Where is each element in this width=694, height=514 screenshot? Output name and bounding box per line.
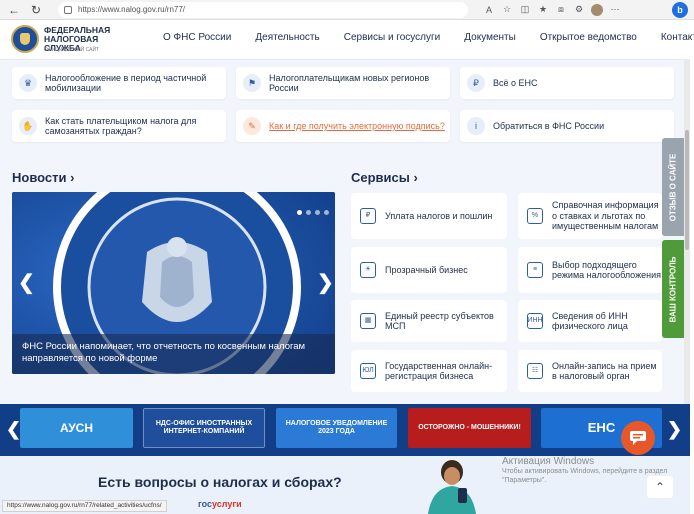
banner-next-icon[interactable]: ❯ bbox=[667, 419, 682, 440]
bing-icon[interactable]: b bbox=[672, 2, 688, 18]
chevron-right-icon: › bbox=[413, 170, 418, 185]
more-icon[interactable]: ⋯ bbox=[608, 3, 622, 17]
nav-contacts[interactable]: Контакты bbox=[661, 32, 694, 43]
control-tab[interactable]: ВАШ КОНТРОЛЬ bbox=[662, 240, 684, 338]
services-heading[interactable]: Сервисы › bbox=[351, 170, 418, 185]
service-msp-registry[interactable]: ▦ Единый реестр субъектов МСП bbox=[351, 300, 507, 342]
top-nav: О ФНС России Деятельность Сервисы и госу… bbox=[163, 32, 694, 43]
feedback-tab[interactable]: ОТЗЫВ О САЙТЕ bbox=[662, 138, 684, 236]
person-with-phone-illustration bbox=[428, 460, 476, 514]
news-slider[interactable]: ❮ ❯ ФНС России напоминает, что отчетност… bbox=[12, 192, 335, 374]
nav-activity[interactable]: Деятельность bbox=[255, 32, 319, 43]
service-property-tax-info[interactable]: % Справочная информация о ставках и льго… bbox=[518, 193, 662, 239]
gosuslugi-logo[interactable]: госуслуги bbox=[198, 499, 242, 509]
chat-button[interactable] bbox=[621, 421, 655, 455]
browser-toolbar: ← ↻ https://www.nalog.gov.ru/rn77/ A ☆ ◫… bbox=[0, 0, 694, 20]
nav-services[interactable]: Сервисы и госуслуги bbox=[344, 32, 441, 43]
sliders-icon: ≡ bbox=[527, 262, 543, 278]
inn-icon: ИНН bbox=[527, 313, 543, 329]
slider-dot[interactable] bbox=[306, 210, 311, 215]
banner-prev-icon[interactable]: ❮ bbox=[6, 419, 21, 440]
quick-link-new-regions[interactable]: ⚑ Налогоплательщикам новых регионов Росс… bbox=[236, 67, 450, 99]
quick-link-contact-fns[interactable]: i Обратиться в ФНС России bbox=[460, 110, 674, 142]
org-subtitle: ОФИЦИАЛЬНЫЙ САЙТ bbox=[44, 47, 100, 53]
service-tax-regime[interactable]: ≡ Выбор подходящего режима налогообложен… bbox=[518, 247, 662, 293]
status-bar-url: https://www.nalog.gov.ru/rn77/related_ac… bbox=[2, 500, 167, 512]
banner-tax-notice[interactable]: НАЛОГОВОЕ УВЕДОМЛЕНИЕ 2023 ГОДА bbox=[276, 408, 397, 448]
reference-icon: % bbox=[527, 208, 543, 224]
service-online-registration[interactable]: ЮЛ Государственная онлайн-регистрация би… bbox=[351, 350, 507, 392]
ens-icon: ₽ bbox=[467, 74, 485, 92]
signature-icon: ✎ bbox=[243, 117, 261, 135]
favorites-icon[interactable]: ★ bbox=[536, 3, 550, 17]
refresh-icon[interactable]: ↻ bbox=[28, 2, 44, 18]
emblem-icon: ♛ bbox=[19, 74, 37, 92]
address-text: https://www.nalog.gov.ru/rn77/ bbox=[78, 5, 186, 14]
collections-icon[interactable]: ⧈ bbox=[554, 3, 568, 17]
site-header: ФЕДЕРАЛЬНАЯ НАЛОГОВАЯ СЛУЖБА ОФИЦИАЛЬНЫЙ… bbox=[0, 20, 694, 60]
flag-icon: ⚑ bbox=[243, 74, 261, 92]
lamp-icon: ☀ bbox=[360, 262, 376, 278]
banner-ausn[interactable]: АУСН bbox=[20, 408, 133, 448]
favorite-star-icon[interactable]: ☆ bbox=[500, 3, 514, 17]
slider-dots bbox=[297, 210, 329, 215]
slider-dot[interactable] bbox=[315, 210, 320, 215]
news-prev-icon[interactable]: ❮ bbox=[18, 270, 35, 295]
service-transparent-business[interactable]: ☀ Прозрачный бизнес bbox=[351, 247, 507, 293]
slider-dot[interactable] bbox=[324, 210, 329, 215]
fns-logo-icon[interactable] bbox=[11, 25, 39, 53]
questions-title: Есть вопросы о налогах и сборах? bbox=[98, 474, 342, 490]
payment-icon: ₽ bbox=[360, 208, 376, 224]
news-heading[interactable]: Новости › bbox=[12, 170, 74, 185]
news-caption[interactable]: ФНС России напоминает, что отчетность по… bbox=[12, 334, 335, 374]
quick-link-self-employed[interactable]: ✋ Как стать плательщиком налога для само… bbox=[12, 110, 226, 142]
chevron-up-icon: ⌃ bbox=[654, 480, 666, 494]
profile-icon[interactable] bbox=[590, 3, 604, 17]
quick-link-mobilization[interactable]: ♛ Налогообложение в период частичной моб… bbox=[12, 67, 226, 99]
chevron-right-icon: › bbox=[70, 170, 75, 185]
news-next-icon[interactable]: ❯ bbox=[317, 270, 334, 295]
registry-icon: ▦ bbox=[360, 313, 376, 329]
service-pay-taxes[interactable]: ₽ Уплата налогов и пошлин bbox=[351, 193, 507, 239]
chat-icon bbox=[630, 431, 646, 445]
banner-vat-office[interactable]: НДС-ОФИС ИНОСТРАННЫХ ИНТЕРНЕТ-КОМПАНИЙ bbox=[143, 408, 265, 448]
quick-link-signature[interactable]: ✎ Как и где получить электронную подпись… bbox=[236, 110, 450, 142]
scroll-up-button[interactable]: ⌃ bbox=[647, 476, 673, 498]
address-bar[interactable]: https://www.nalog.gov.ru/rn77/ bbox=[58, 1, 468, 18]
registration-icon: ЮЛ bbox=[360, 363, 376, 379]
nav-open-agency[interactable]: Открытое ведомство bbox=[540, 32, 637, 43]
nav-documents[interactable]: Документы bbox=[464, 32, 516, 43]
info-icon: i bbox=[467, 117, 485, 135]
split-screen-icon[interactable]: ◫ bbox=[518, 3, 532, 17]
extensions-icon[interactable]: ⚙ bbox=[572, 3, 586, 17]
slider-dot[interactable] bbox=[297, 210, 302, 215]
service-inn[interactable]: ИНН Сведения об ИНН физического лица bbox=[518, 300, 662, 342]
appointment-icon: ☷ bbox=[527, 363, 543, 379]
back-icon[interactable]: ← bbox=[6, 2, 22, 18]
quick-link-ens[interactable]: ₽ Всё о ЕНС bbox=[460, 67, 674, 99]
handshake-icon: ✋ bbox=[19, 117, 37, 135]
service-appointment[interactable]: ☷ Онлайн-запись на прием в налоговый орг… bbox=[518, 350, 662, 392]
read-aloud-icon[interactable]: A bbox=[482, 3, 496, 17]
page-scrollbar[interactable] bbox=[684, 60, 690, 446]
nav-about[interactable]: О ФНС России bbox=[163, 32, 231, 43]
lock-icon bbox=[64, 5, 72, 14]
banner-fraud-warning[interactable]: ОСТОРОЖНО - МОШЕННИКИ! bbox=[408, 408, 531, 448]
